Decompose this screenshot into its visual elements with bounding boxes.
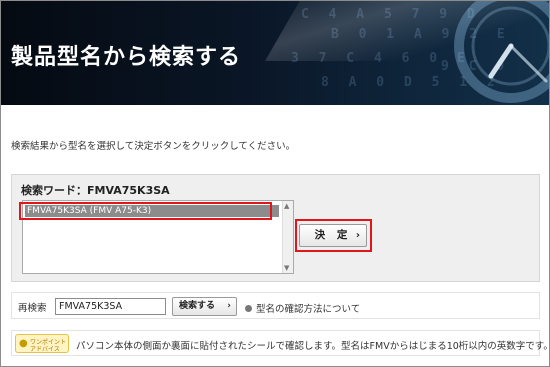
clock-graphic	[454, 1, 549, 103]
badge-line2: アドバイス	[30, 346, 60, 353]
scroll-up-icon[interactable]: ▲	[284, 202, 289, 210]
decide-label: 決 定	[314, 229, 352, 241]
chevron-right-icon: ›	[355, 230, 360, 241]
listbox-scrollbar[interactable]: ▲ ▼	[282, 201, 293, 273]
header-banner: C 4 A 5 7 9 D B 0 1 A 9 2 E 3 7 C 4 6 0 …	[1, 1, 549, 105]
help-link-label[interactable]: 型名の確認方法について	[256, 304, 360, 315]
search-word-heading: 検索ワード：FMVA75K3SA	[21, 184, 170, 197]
one-point-advice: ● ワンポイント アドバイス パソコン本体の側面か裏面に貼付されたシールで確認し…	[11, 330, 550, 356]
model-check-help-link[interactable]: 型名の確認方法について	[245, 301, 360, 315]
bullet-icon	[245, 305, 252, 312]
advice-badge: ● ワンポイント アドバイス	[15, 334, 69, 353]
research-bar: 再検索 検索する › 型名の確認方法について	[11, 292, 540, 319]
research-input[interactable]	[55, 298, 166, 315]
chevron-right-icon: ›	[227, 301, 231, 311]
lightbulb-icon: ●	[19, 338, 28, 349]
page-title: 製品型名から検索する	[11, 45, 242, 70]
search-button-label: 検索する	[179, 301, 216, 311]
decide-button[interactable]: 決 定 ›	[299, 224, 367, 247]
results-panel: 検索ワード：FMVA75K3SA FMVA75K3SA (FMV A75-K3)…	[11, 174, 540, 282]
scroll-down-icon[interactable]: ▼	[284, 264, 289, 272]
selection-highlight	[19, 202, 272, 220]
search-button[interactable]: 検索する ›	[172, 297, 237, 316]
research-label: 再検索	[18, 303, 47, 314]
instructions-text: 検索結果から型名を選択して決定ボタンをクリックしてください。	[11, 141, 296, 152]
advice-text: パソコン本体の側面か裏面に貼付されたシールで確認します。型名はFMVからはじまる…	[76, 341, 550, 352]
